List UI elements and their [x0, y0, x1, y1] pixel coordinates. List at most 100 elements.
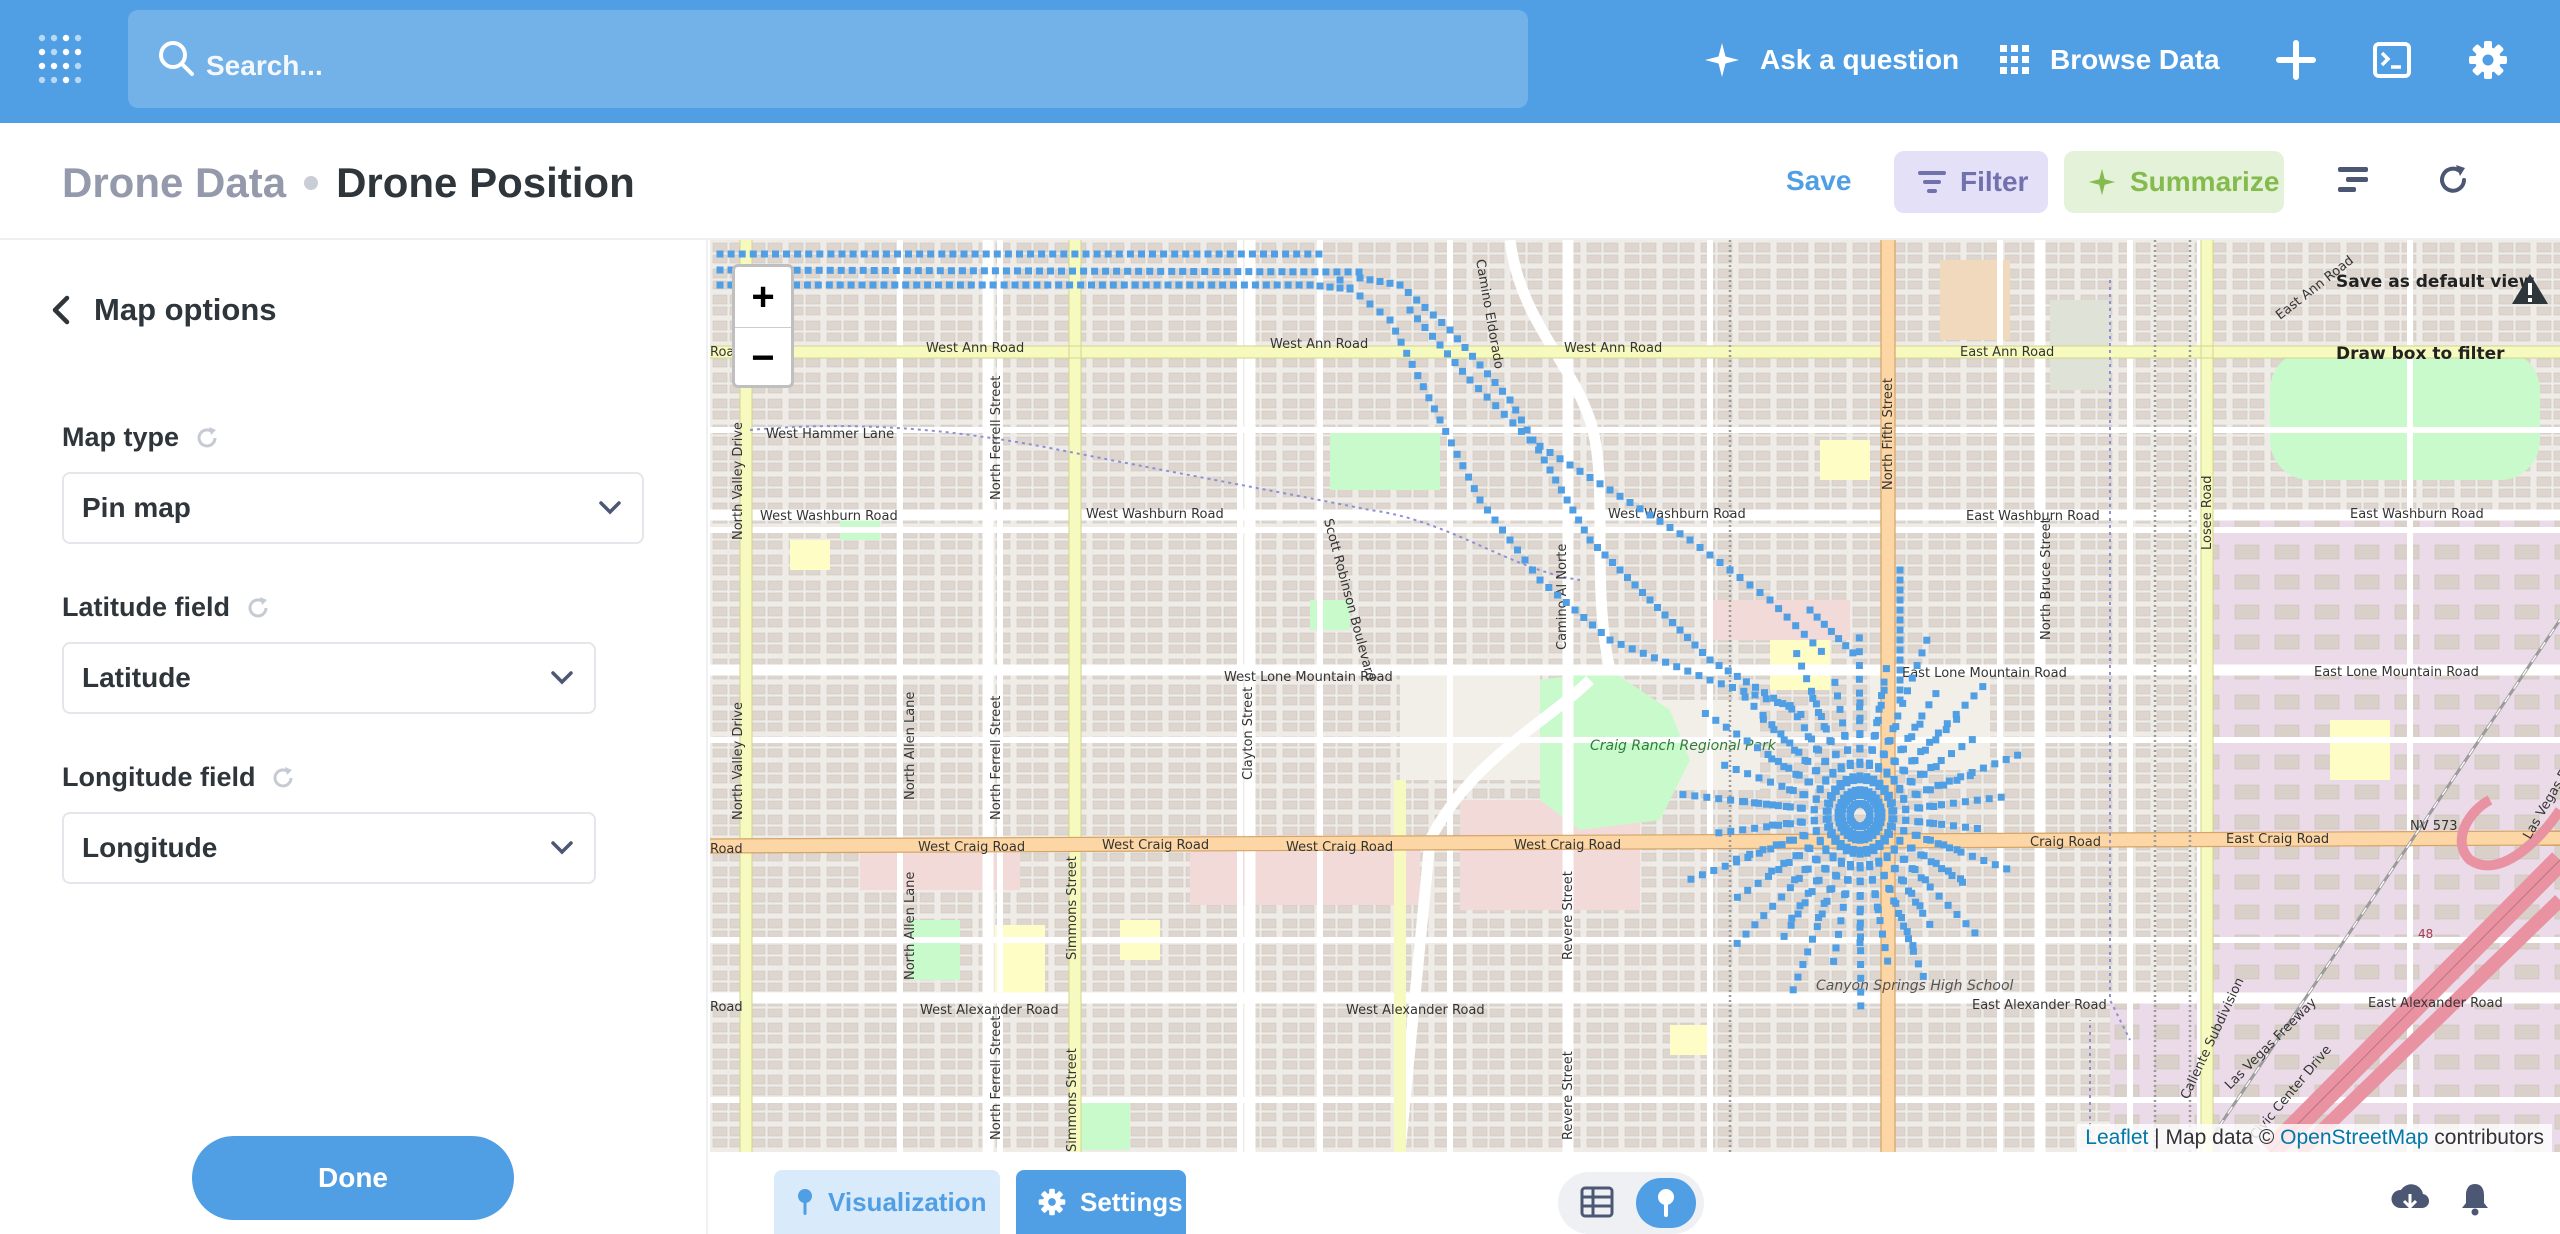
- drone-position-pin[interactable]: [1282, 250, 1290, 258]
- drone-position-pin[interactable]: [1884, 957, 1892, 965]
- drone-position-pin[interactable]: [1804, 733, 1812, 741]
- drone-position-pin[interactable]: [1789, 986, 1797, 994]
- drone-position-pin[interactable]: [891, 281, 899, 289]
- collection-link[interactable]: Drone Data: [62, 159, 286, 207]
- drone-position-pin[interactable]: [1436, 416, 1444, 424]
- drone-position-pin[interactable]: [1483, 393, 1491, 401]
- drone-position-pin[interactable]: [749, 250, 757, 258]
- drone-position-pin[interactable]: [1904, 687, 1911, 695]
- drone-position-pin[interactable]: [1746, 581, 1754, 589]
- drone-position-pin[interactable]: [1856, 760, 1864, 768]
- drone-position-pin[interactable]: [1879, 930, 1886, 938]
- drone-position-pin[interactable]: [945, 281, 953, 289]
- drone-position-pin[interactable]: [1146, 267, 1154, 275]
- drone-position-pin[interactable]: [1512, 406, 1520, 414]
- drone-position-pin[interactable]: [1920, 852, 1928, 860]
- longitude-field-select[interactable]: Longitude: [62, 812, 596, 884]
- drone-position-pin[interactable]: [1650, 654, 1658, 662]
- drone-position-pin[interactable]: [1782, 820, 1790, 827]
- drone-position-pin[interactable]: [1366, 276, 1374, 284]
- drone-position-pin[interactable]: [1896, 786, 1904, 794]
- drone-position-pin[interactable]: [1536, 576, 1544, 584]
- drone-position-pin[interactable]: [1863, 845, 1871, 853]
- drone-position-pin[interactable]: [1883, 770, 1891, 778]
- drone-position-pin[interactable]: [1820, 620, 1828, 628]
- drone-position-pin[interactable]: [1792, 622, 1800, 630]
- drone-position-pin[interactable]: [1841, 891, 1849, 899]
- drone-position-pin[interactable]: [1828, 829, 1836, 837]
- drone-position-pin[interactable]: [1855, 648, 1863, 656]
- drone-position-pin[interactable]: [1896, 656, 1904, 664]
- drone-position-pin[interactable]: [1316, 282, 1324, 290]
- drone-position-pin[interactable]: [1715, 662, 1723, 669]
- drone-position-pin[interactable]: [1666, 524, 1674, 531]
- drone-position-pin[interactable]: [716, 281, 724, 289]
- drone-position-pin[interactable]: [727, 250, 735, 258]
- visualization-button[interactable]: Visualization: [774, 1170, 1000, 1234]
- drone-position-pin[interactable]: [1684, 667, 1692, 675]
- drone-position-pin[interactable]: [1038, 250, 1046, 258]
- drone-position-pin[interactable]: [1425, 394, 1433, 402]
- drone-position-pin[interactable]: [1826, 822, 1834, 830]
- drone-position-pin[interactable]: [1011, 281, 1019, 289]
- drone-position-pin[interactable]: [738, 250, 746, 258]
- drone-position-pin[interactable]: [993, 250, 1001, 258]
- reset-icon[interactable]: [179, 426, 219, 450]
- drone-position-pin[interactable]: [1856, 877, 1864, 885]
- drone-position-pin[interactable]: [1849, 845, 1857, 853]
- drone-position-pin[interactable]: [1809, 935, 1816, 943]
- drone-position-pin[interactable]: [1883, 852, 1891, 860]
- drone-position-pin[interactable]: [1304, 250, 1312, 258]
- drone-position-pin[interactable]: [1829, 852, 1837, 860]
- drone-position-pin[interactable]: [1820, 899, 1828, 907]
- drone-position-pin[interactable]: [903, 267, 911, 275]
- drone-position-pin[interactable]: [1856, 923, 1864, 931]
- drone-position-pin[interactable]: [894, 250, 901, 258]
- drone-position-pin[interactable]: [1698, 871, 1706, 879]
- drone-position-pin[interactable]: [1761, 689, 1768, 697]
- drone-position-pin[interactable]: [1856, 908, 1864, 916]
- drone-position-pin[interactable]: [1289, 268, 1297, 276]
- drone-position-pin[interactable]: [1509, 419, 1517, 427]
- drone-position-pin[interactable]: [2014, 751, 2022, 759]
- drone-position-pin[interactable]: [935, 281, 942, 289]
- drone-position-pin[interactable]: [1780, 932, 1788, 940]
- table-view-icon[interactable]: [1580, 1186, 1614, 1218]
- drone-position-pin[interactable]: [1938, 801, 1945, 809]
- drone-position-pin[interactable]: [1430, 405, 1438, 413]
- drone-position-pin[interactable]: [1874, 716, 1882, 724]
- drone-position-pin[interactable]: [1792, 852, 1800, 860]
- drone-position-pin[interactable]: [1386, 279, 1394, 287]
- drone-position-pin[interactable]: [1953, 911, 1961, 918]
- drone-position-pin[interactable]: [1841, 731, 1849, 739]
- drone-position-pin[interactable]: [1875, 765, 1883, 773]
- drone-position-pin[interactable]: [1886, 885, 1894, 893]
- drone-position-pin[interactable]: [1938, 820, 1946, 828]
- drone-position-pin[interactable]: [1813, 877, 1820, 885]
- drone-position-pin[interactable]: [1569, 506, 1577, 514]
- drone-position-pin[interactable]: [1168, 267, 1176, 275]
- drone-position-pin[interactable]: [1803, 675, 1811, 683]
- drone-position-pin[interactable]: [1109, 281, 1117, 289]
- drone-position-pin[interactable]: [1896, 636, 1904, 644]
- drone-position-pin[interactable]: [1284, 281, 1292, 289]
- drone-position-pin[interactable]: [1014, 267, 1021, 275]
- drone-position-pin[interactable]: [1891, 864, 1899, 872]
- drone-position-pin[interactable]: [1827, 627, 1835, 635]
- drone-position-pin[interactable]: [914, 267, 922, 275]
- drone-position-pin[interactable]: [871, 250, 879, 258]
- drone-position-pin[interactable]: [1804, 778, 1812, 786]
- drone-position-pin[interactable]: [1554, 591, 1561, 599]
- drone-position-pin[interactable]: [1880, 787, 1888, 795]
- map-view-pin-icon[interactable]: [1636, 1178, 1696, 1228]
- drone-position-pin[interactable]: [1874, 809, 1882, 817]
- drone-position-pin[interactable]: [1366, 300, 1374, 308]
- drone-position-pin[interactable]: [760, 250, 768, 258]
- drone-position-pin[interactable]: [1919, 909, 1927, 917]
- drone-position-pin[interactable]: [783, 250, 790, 258]
- drone-position-pin[interactable]: [1991, 861, 1999, 869]
- drone-position-pin[interactable]: [1442, 427, 1450, 435]
- drone-position-pin[interactable]: [1204, 250, 1212, 258]
- drone-position-pin[interactable]: [1916, 804, 1924, 812]
- drone-position-pin[interactable]: [848, 266, 856, 274]
